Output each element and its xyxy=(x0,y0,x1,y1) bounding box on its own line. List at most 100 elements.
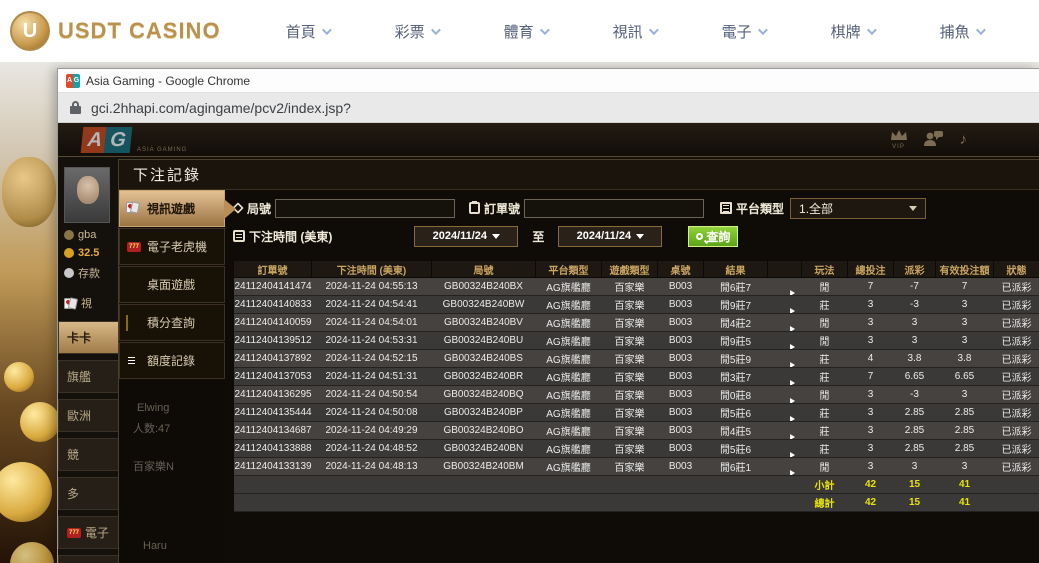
sidebar-item-電子老虎機[interactable]: 777電子老虎機 xyxy=(119,228,225,265)
lobby-ghost-text: 百家樂N xyxy=(133,458,174,474)
table-row: 2411240413313902024-11-24 04:48:13GB0032… xyxy=(234,458,1039,476)
table-cell: 3 xyxy=(848,314,894,332)
column-header: 總投注 xyxy=(848,261,894,278)
document-icon xyxy=(126,354,142,368)
deposit-label[interactable]: 存款 xyxy=(78,265,100,281)
table-cell: B003 xyxy=(658,386,704,404)
column-header: 派彩 xyxy=(894,261,936,278)
round-filter-label: 局號 xyxy=(233,200,271,217)
url-text[interactable]: gci.2hhapi.com/agingame/pcv2/index.jsp? xyxy=(91,100,351,116)
table-cell: B003 xyxy=(658,332,704,350)
empty-cell xyxy=(536,494,602,512)
platform-select[interactable]: 1.全部 xyxy=(790,198,926,219)
gold-coin-icon xyxy=(10,542,54,563)
vip-crown-icon[interactable]: VIP xyxy=(890,129,908,150)
replay-cell xyxy=(768,422,802,440)
gold-coin-icon xyxy=(20,402,60,442)
table-cell: AG旗艦廳 xyxy=(536,350,602,368)
nav-item-視訊[interactable]: 視訊 xyxy=(613,21,656,42)
nav-item-彩票[interactable]: 彩票 xyxy=(395,21,438,42)
table-cell: AG旗艦廳 xyxy=(536,368,602,386)
date-from-picker[interactable]: 2024/11/24 xyxy=(414,226,518,247)
table-cell: 2024-11-24 04:49:29 xyxy=(312,422,432,440)
table-cell: 3.8 xyxy=(936,350,994,368)
table-row: 2411240413388892024-11-24 04:48:52GB0032… xyxy=(234,440,1039,458)
empty-cell xyxy=(704,476,768,494)
music-icon[interactable]: ♪ xyxy=(960,132,968,147)
nav-item-體育[interactable]: 體育 xyxy=(504,21,547,42)
brand[interactable]: U USDT CASINO xyxy=(10,11,221,51)
table-cell: 閒5莊6 xyxy=(704,404,768,422)
lobby-menu-item[interactable]: 競 xyxy=(58,438,120,471)
lobby-menu-item[interactable]: 多 xyxy=(58,477,120,510)
address-bar[interactable]: gci.2hhapi.com/agingame/pcv2/index.jsp? xyxy=(58,93,1039,123)
empty-cell xyxy=(234,494,312,512)
empty-cell xyxy=(658,476,704,494)
gold-coin-icon xyxy=(0,462,52,522)
sidebar-item-桌面遊戲[interactable]: 桌面遊戲 xyxy=(119,266,225,303)
table-cell: 閒5莊6 xyxy=(704,440,768,458)
ag-logo: A G ASIA GAMING xyxy=(82,127,187,153)
table-cell: GB00324B240BM xyxy=(432,458,536,476)
table-cell: 百家樂 xyxy=(602,314,658,332)
table-cell: 閒 xyxy=(802,332,848,350)
nav-item-捕魚[interactable]: 捕魚 xyxy=(940,21,983,42)
lobby-ghost-text: Elwing xyxy=(137,402,169,414)
nav-item-首頁[interactable]: 首頁 xyxy=(286,21,329,42)
status-badge: 已派彩 xyxy=(994,368,1039,386)
table-cell: -7 xyxy=(894,278,936,296)
column-header: 訂單號 xyxy=(234,261,312,278)
lobby-menu-item[interactable]: 旗艦 xyxy=(58,360,120,393)
column-header: 玩法 xyxy=(802,261,848,278)
date-to-picker[interactable]: 2024/11/24 xyxy=(558,226,662,247)
lobby-user-panel: gba 32.5 存款 視 xyxy=(64,167,120,311)
table-cell: B003 xyxy=(658,350,704,368)
user-avatar[interactable] xyxy=(64,167,110,223)
empty-cell xyxy=(704,494,768,512)
round-input[interactable] xyxy=(275,199,455,218)
replay-cell xyxy=(768,404,802,422)
window-titlebar[interactable]: AG Asia Gaming - Google Chrome xyxy=(58,69,1039,93)
nav-item-電子[interactable]: 電子 xyxy=(722,21,765,42)
table-cell: 2024-11-24 04:53:31 xyxy=(312,332,432,350)
table-cell: 3 xyxy=(848,422,894,440)
lobby-menu-item[interactable]: 777電子 xyxy=(58,516,120,549)
slot-777-icon: 777 xyxy=(67,528,81,538)
table-cell: 3 xyxy=(936,332,994,350)
summary-value: 42 xyxy=(848,494,894,512)
platform-filter-label: 平台類型 xyxy=(720,200,784,217)
table-cell: AG旗艦廳 xyxy=(536,332,602,350)
order-input[interactable] xyxy=(524,199,704,218)
search-button[interactable]: 查詢 xyxy=(688,226,738,247)
money-bag-image xyxy=(2,157,56,227)
column-header xyxy=(768,261,802,278)
sidebar-item-視訊遊戲[interactable]: 視訊遊戲 xyxy=(119,190,225,227)
column-header: 平台類型 xyxy=(536,261,602,278)
chevron-down-icon xyxy=(492,234,500,239)
status-badge: 已派彩 xyxy=(994,386,1039,404)
column-header: 結果 xyxy=(704,261,768,278)
table-cell: 2.85 xyxy=(936,404,994,422)
table-cell: 百家樂 xyxy=(602,422,658,440)
video-label[interactable]: 視 xyxy=(81,295,92,311)
table-cell: 百家樂 xyxy=(602,350,658,368)
table-cell: AG旗艦廳 xyxy=(536,422,602,440)
sidebar-item-額度記錄[interactable]: 額度記錄 xyxy=(119,342,225,379)
list-icon xyxy=(720,202,732,214)
table-cell: AG旗艦廳 xyxy=(536,404,602,422)
status-badge: 已派彩 xyxy=(994,422,1039,440)
customer-service-icon[interactable] xyxy=(924,130,944,149)
table-cell: AG旗艦廳 xyxy=(536,386,602,404)
site-topbar: U USDT CASINO 首頁 彩票 體育 視訊 電子 棋牌 捕魚 xyxy=(0,0,1039,62)
table-row: 2411240413789212024-11-24 04:52:15GB0032… xyxy=(234,350,1039,368)
table-cell: 3 xyxy=(848,296,894,314)
table-cell: AG旗艦廳 xyxy=(536,314,602,332)
table-cell: GB00324B240BW xyxy=(432,296,536,314)
summary-value: 15 xyxy=(894,476,936,494)
summary-value: 42 xyxy=(848,476,894,494)
lobby-menu-item[interactable]: 卡卡 xyxy=(58,321,120,354)
lobby-menu-item[interactable]: 捕 xyxy=(58,555,120,563)
sidebar-item-積分查詢[interactable]: 積分查詢 xyxy=(119,304,225,341)
lobby-menu-item[interactable]: 歐洲 xyxy=(58,399,120,432)
nav-item-棋牌[interactable]: 棋牌 xyxy=(831,21,874,42)
